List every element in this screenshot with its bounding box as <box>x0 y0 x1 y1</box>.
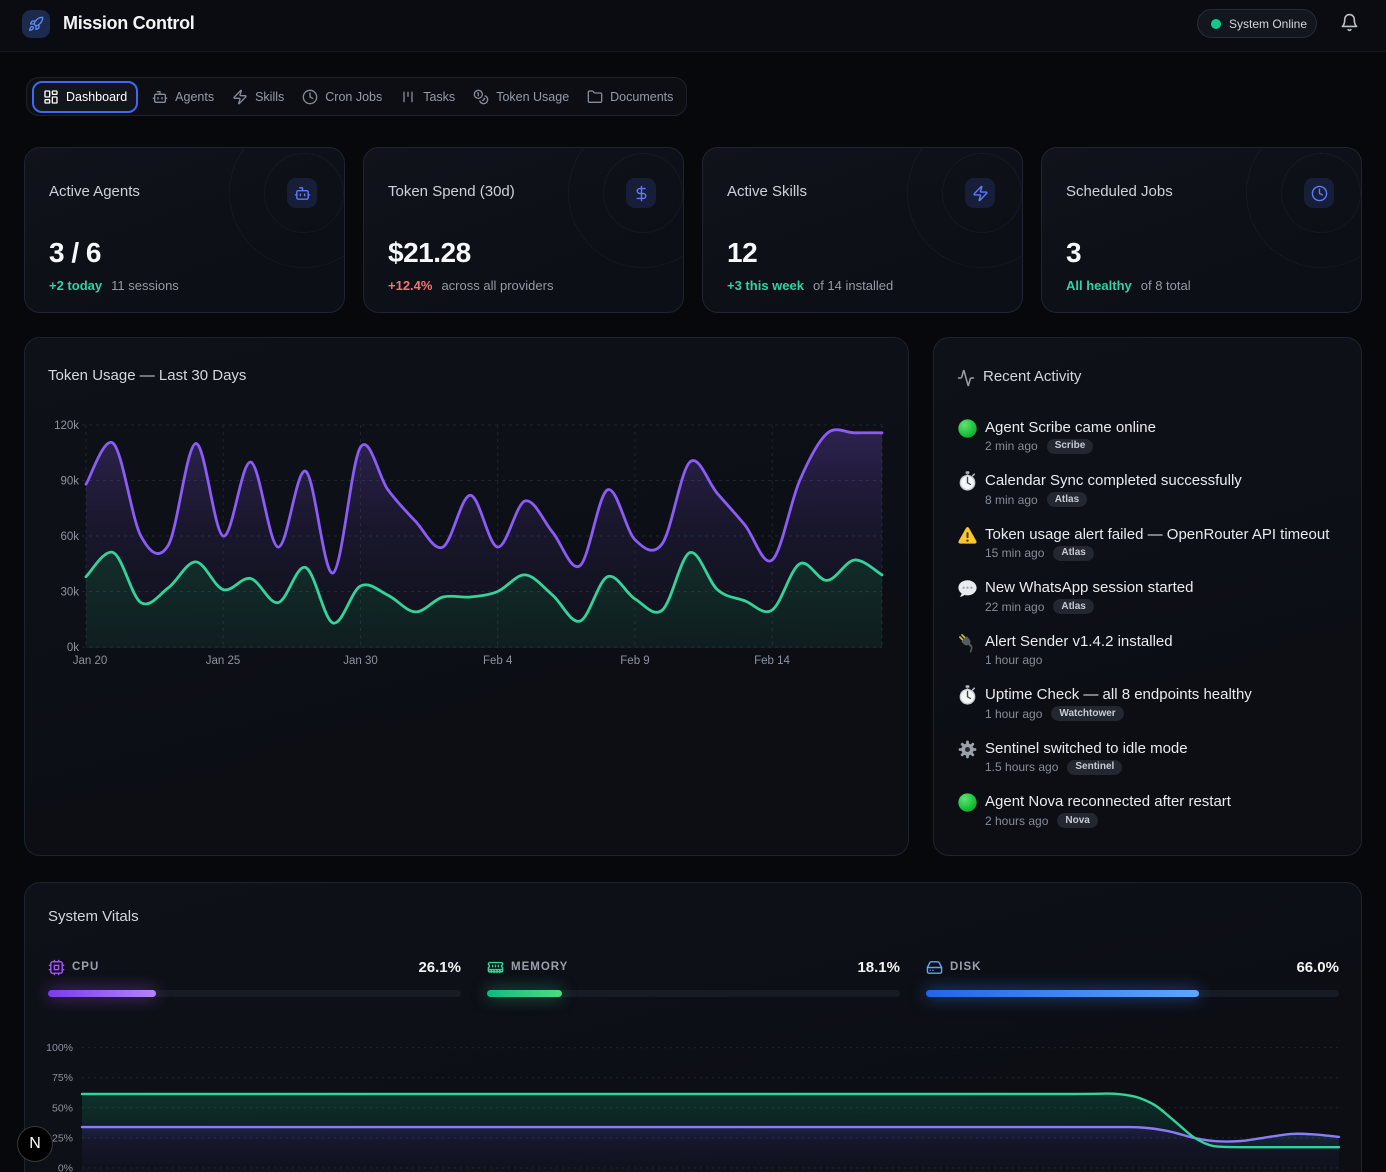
svg-text:90k: 90k <box>60 476 79 488</box>
svg-text:Jan 30: Jan 30 <box>343 655 378 667</box>
svg-text:Feb 4: Feb 4 <box>483 655 513 667</box>
svg-text:0k: 0k <box>67 642 79 654</box>
svg-text:Jan 25: Jan 25 <box>206 655 241 667</box>
svg-text:25%: 25% <box>52 1132 73 1144</box>
svg-text:120k: 120k <box>54 420 79 432</box>
svg-text:100%: 100% <box>46 1042 73 1054</box>
svg-text:75%: 75% <box>52 1072 73 1084</box>
svg-text:50%: 50% <box>52 1102 73 1114</box>
svg-text:0%: 0% <box>58 1163 73 1172</box>
svg-text:Feb 14: Feb 14 <box>754 655 790 667</box>
svg-text:Jan 20: Jan 20 <box>73 655 108 667</box>
svg-text:Feb 9: Feb 9 <box>620 655 649 667</box>
svg-text:60k: 60k <box>60 531 79 543</box>
svg-text:30k: 30k <box>60 587 79 599</box>
